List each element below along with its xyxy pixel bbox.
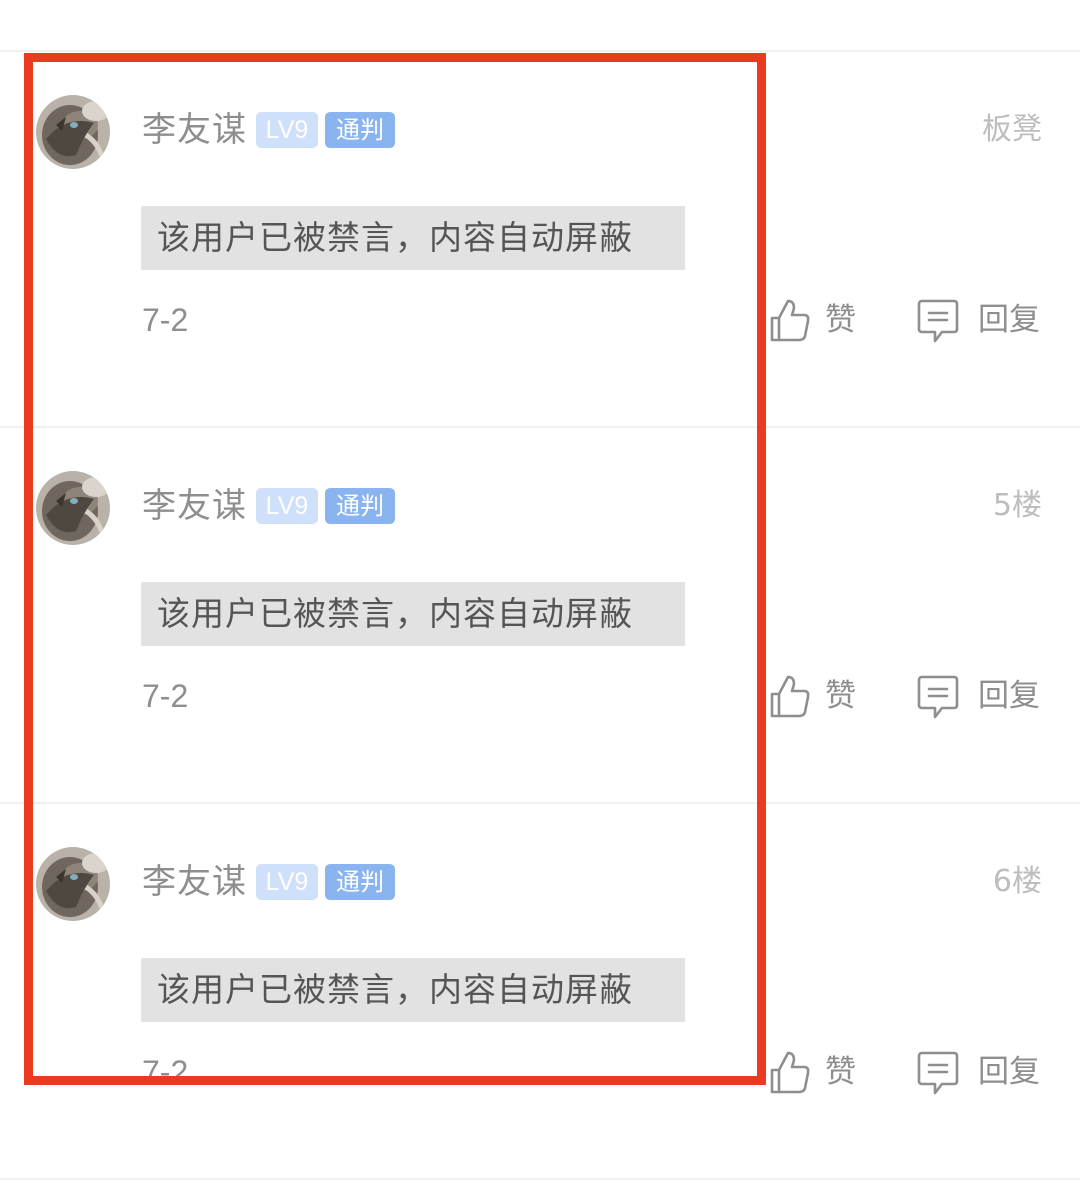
thumbs-up-icon <box>769 674 811 722</box>
reply-label: 回复 <box>978 302 1040 338</box>
divider <box>0 1178 1080 1180</box>
reply-button[interactable]: 回复 <box>916 1048 1046 1096</box>
banned-content: 该用户已被禁言，内容自动屏蔽 <box>141 958 685 1022</box>
reply-button[interactable]: 回复 <box>916 296 1046 344</box>
comment-item: 李友谋 LV9 通判 5楼 该用户已被禁言，内容自动屏蔽 7-2 赞 回复 <box>0 426 1080 802</box>
level-badge: LV9 <box>256 488 318 524</box>
username[interactable]: 李友谋 <box>142 860 247 904</box>
role-badge: 通判 <box>325 864 395 900</box>
like-button[interactable]: 赞 <box>769 296 869 344</box>
banned-content: 该用户已被禁言，内容自动屏蔽 <box>141 206 685 270</box>
level-badge: LV9 <box>256 864 318 900</box>
comment-date: 7-2 <box>142 678 189 714</box>
like-label: 赞 <box>825 1054 856 1090</box>
banned-content: 该用户已被禁言，内容自动屏蔽 <box>141 582 685 646</box>
role-badge: 通判 <box>325 488 395 524</box>
like-button[interactable]: 赞 <box>769 1048 869 1096</box>
comment-bubble-icon <box>916 674 960 726</box>
comment-item: 李友谋 LV9 通判 板凳 该用户已被禁言，内容自动屏蔽 7-2 赞 回复 <box>0 50 1080 426</box>
level-badge: LV9 <box>256 112 318 148</box>
banned-text: 该用户已被禁言，内容自动屏蔽 <box>157 970 633 1009</box>
avatar[interactable] <box>36 95 110 169</box>
like-button[interactable]: 赞 <box>769 672 869 720</box>
banned-text: 该用户已被禁言，内容自动屏蔽 <box>157 594 633 633</box>
comment-item: 李友谋 LV9 通判 6楼 该用户已被禁言，内容自动屏蔽 7-2 赞 回复 <box>0 802 1080 1178</box>
username[interactable]: 李友谋 <box>142 108 247 152</box>
banned-text: 该用户已被禁言，内容自动屏蔽 <box>157 218 633 257</box>
reply-button[interactable]: 回复 <box>916 672 1046 720</box>
reply-label: 回复 <box>978 1054 1040 1090</box>
avatar[interactable] <box>36 471 110 545</box>
comment-bubble-icon <box>916 1050 960 1102</box>
username[interactable]: 李友谋 <box>142 484 247 528</box>
comment-date: 7-2 <box>142 1054 189 1090</box>
comment-date: 7-2 <box>142 302 189 338</box>
avatar[interactable] <box>36 847 110 921</box>
comment-bubble-icon <box>916 298 960 350</box>
role-badge: 通判 <box>325 112 395 148</box>
like-label: 赞 <box>825 302 856 338</box>
floor-label: 5楼 <box>992 488 1042 523</box>
floor-label: 6楼 <box>992 864 1042 899</box>
thumbs-up-icon <box>769 298 811 346</box>
reply-label: 回复 <box>978 678 1040 714</box>
thumbs-up-icon <box>769 1050 811 1098</box>
comment-list: 李友谋 LV9 通判 板凳 该用户已被禁言，内容自动屏蔽 7-2 赞 回复 李友… <box>0 0 1080 1200</box>
floor-label: 板凳 <box>982 112 1042 147</box>
like-label: 赞 <box>825 678 856 714</box>
